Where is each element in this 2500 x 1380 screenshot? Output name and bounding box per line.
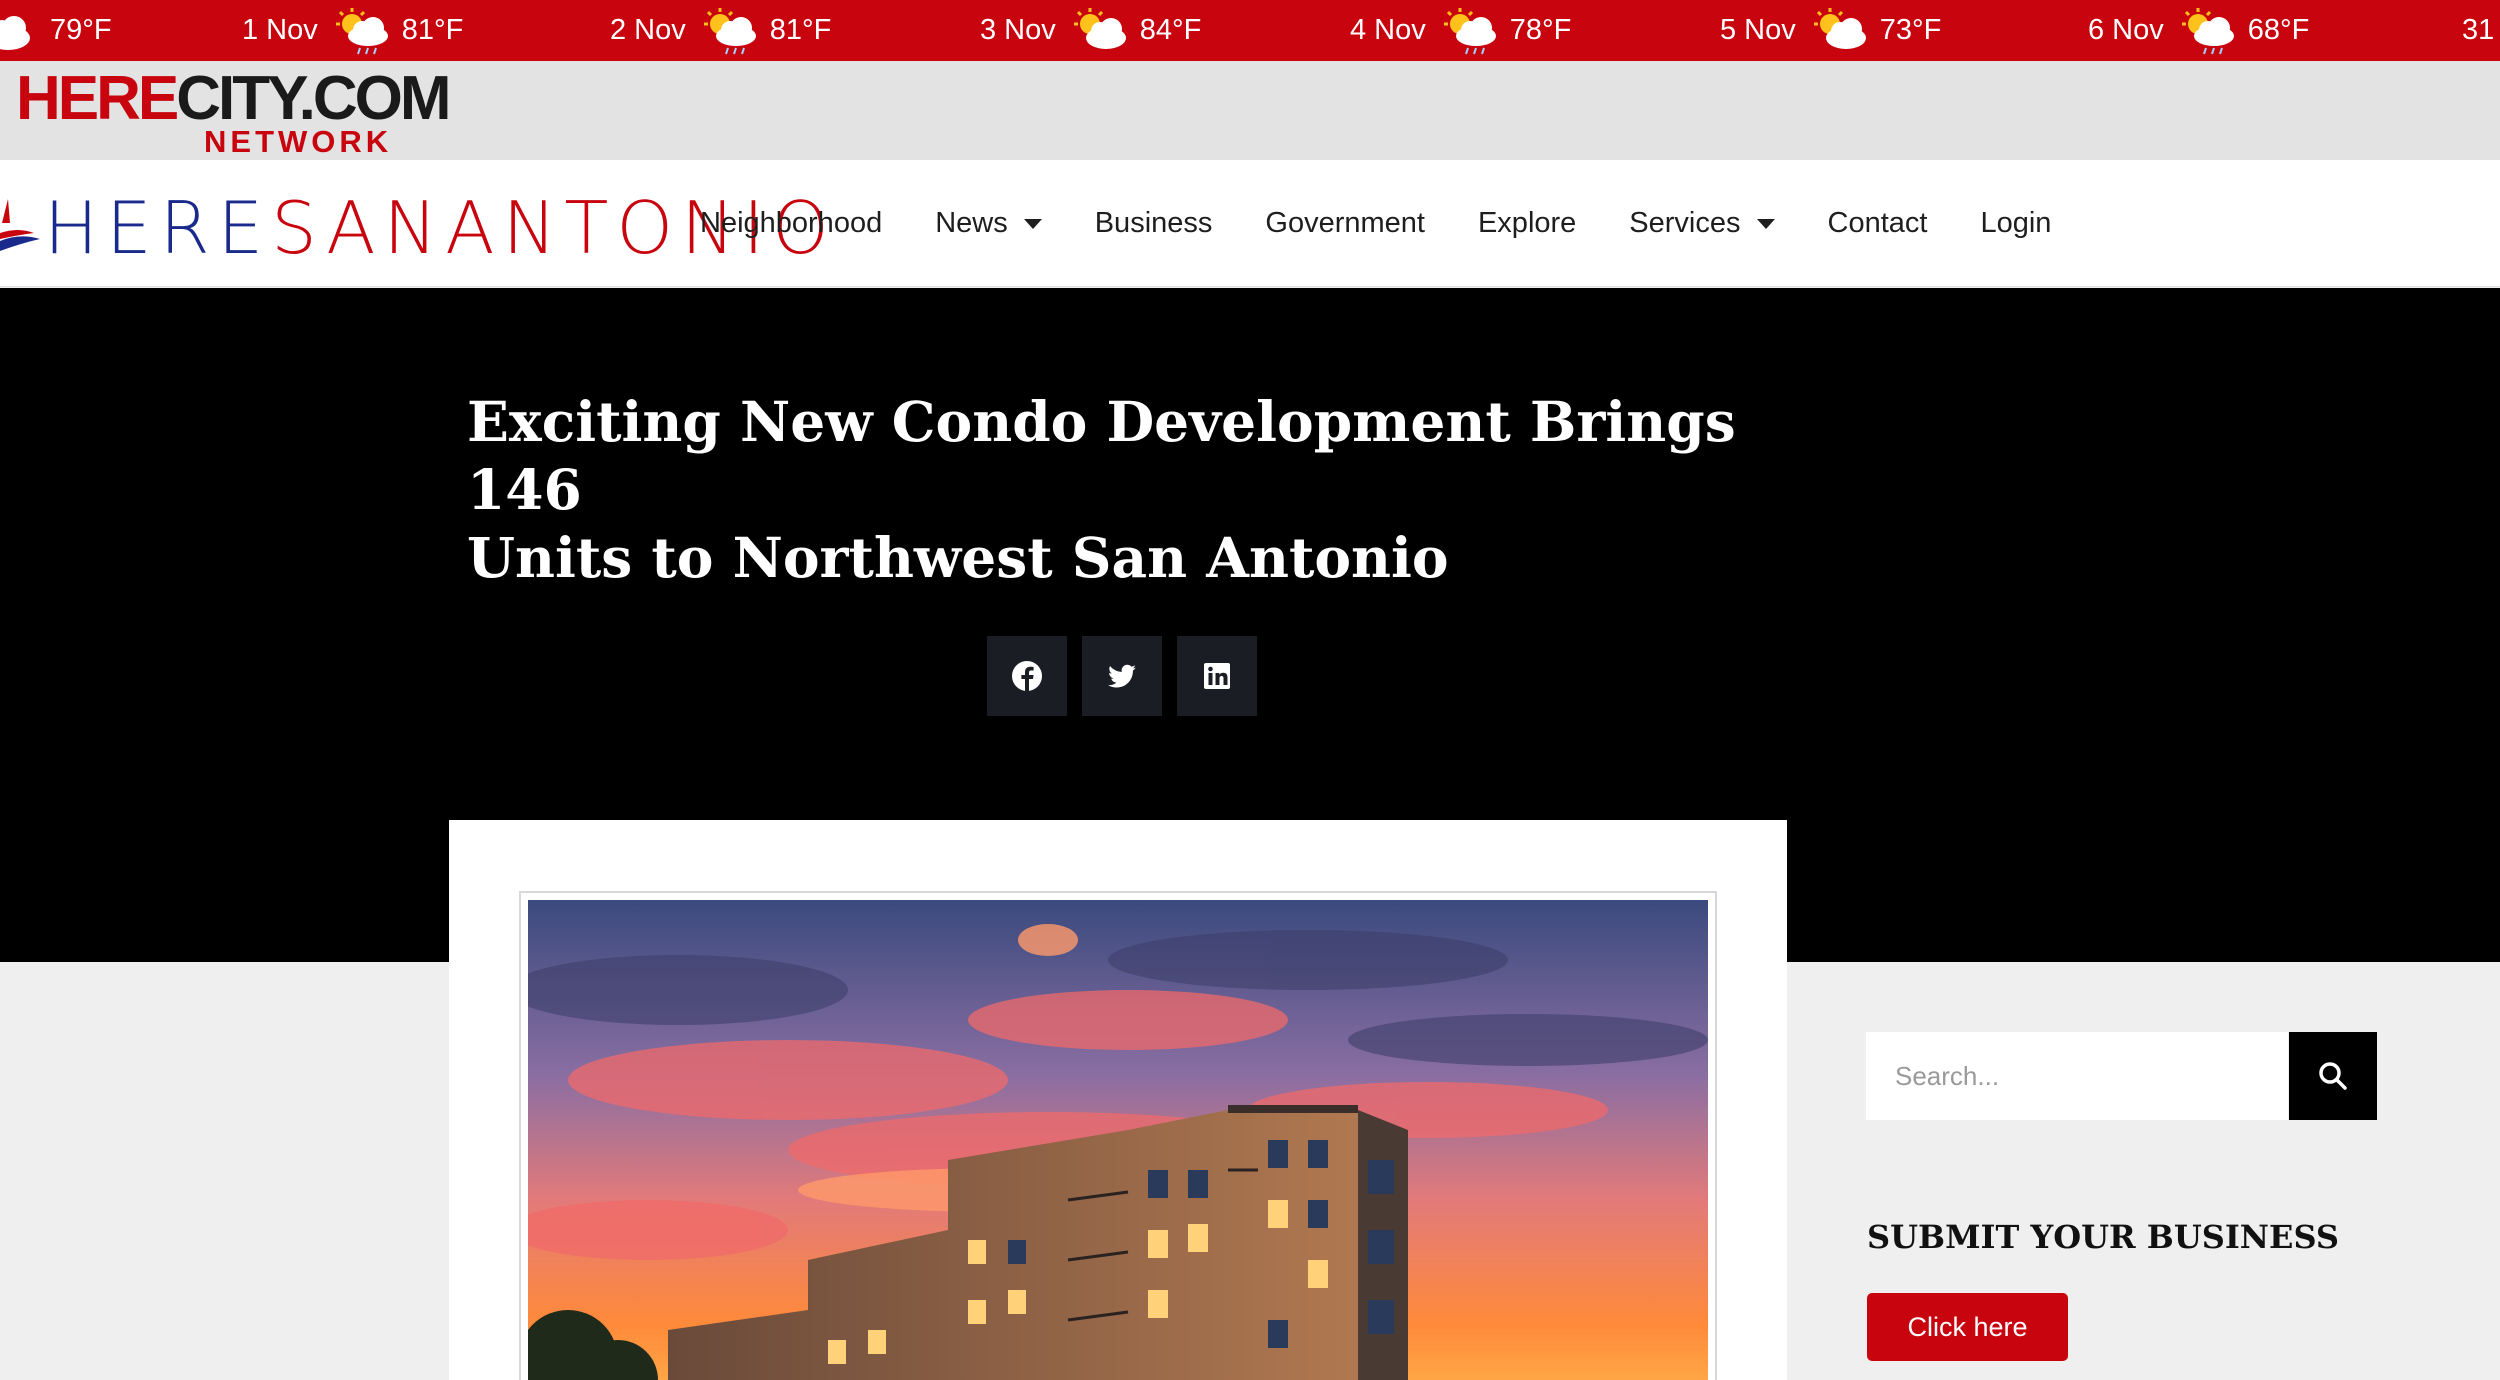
condo-building-image — [528, 900, 1708, 1380]
search-button[interactable] — [2289, 1032, 2377, 1120]
sun-cloud-icon — [1073, 7, 1126, 49]
weather-item: 5 Nov 73°F — [1720, 0, 1941, 61]
facebook-icon — [1012, 661, 1042, 691]
weather-item: 31 — [2462, 0, 2498, 61]
headline-line: Exciting New Condo Development Brings 14… — [467, 389, 1736, 522]
share-facebook-button[interactable] — [987, 636, 1067, 716]
nav-item-government[interactable]: Government — [1265, 207, 1425, 240]
network-logo[interactable]: HERECITY.COM NETWORK — [16, 68, 452, 159]
nav-item-news[interactable]: News — [935, 207, 1042, 240]
nav-item-explore[interactable]: Explore — [1478, 207, 1576, 240]
weather-date: 4 Nov — [1350, 14, 1426, 46]
weather-date: 2 Nov — [610, 14, 686, 46]
nav-item-label: Neighborhood — [700, 207, 883, 239]
network-logo-sub: NETWORK — [204, 124, 393, 159]
weather-date: 3 Nov — [980, 14, 1056, 46]
chevron-down-icon — [1756, 218, 1775, 229]
nav-item-label: Services — [1629, 207, 1741, 239]
submit-business-heading: SUBMIT YOUR BUSINESS — [1867, 1218, 2339, 1256]
nav-item-contact[interactable]: Contact — [1828, 207, 1928, 240]
article-card — [449, 820, 1787, 1380]
nav-item-services[interactable]: Services — [1629, 207, 1775, 240]
sun-cloud-icon — [1813, 7, 1866, 49]
article-headline: Exciting New Condo Development Brings 14… — [467, 388, 1767, 592]
nav-item-label: Explore — [1477, 207, 1577, 239]
submit-business-button[interactable]: Click here — [1867, 1293, 2068, 1361]
share-twitter-button[interactable] — [1082, 636, 1162, 716]
weather-date: 31 — [2462, 14, 2495, 46]
featured-image — [519, 891, 1717, 1380]
main-nav: Neighborhood News Business Government Ex… — [700, 160, 2104, 287]
weather-item: 2 Nov 81°F — [610, 0, 831, 61]
network-logo-part2: CITY.COM — [176, 64, 451, 133]
cloud-icon — [0, 15, 30, 50]
linkedin-icon — [1204, 663, 1230, 689]
sun-cloud-rain-icon — [703, 7, 756, 54]
sun-cloud-rain-icon — [2181, 7, 2234, 54]
nav-item-label: Business — [1094, 207, 1213, 239]
nav-item-label: News — [935, 207, 1008, 239]
share-linkedin-button[interactable] — [1177, 636, 1257, 716]
site-logo-part1: HERE — [44, 186, 272, 270]
weather-temp: 81°F — [401, 14, 464, 46]
sun-cloud-rain-icon — [335, 7, 388, 54]
weather-temp: 79°F — [50, 14, 112, 46]
weather-temp: 78°F — [1509, 14, 1572, 46]
weather-temp: 68°F — [2247, 14, 2310, 46]
weather-temp: 81°F — [769, 14, 832, 46]
twitter-icon — [1108, 664, 1136, 688]
site-header: HERE SANANTONIO Neighborhood News Busines… — [0, 160, 2500, 287]
weather-temp: 84°F — [1139, 14, 1202, 46]
weather-date: 5 Nov — [1720, 14, 1796, 46]
nav-item-label: Contact — [1827, 207, 1928, 239]
weather-item: 1 Nov 81°F — [242, 0, 463, 61]
search-field — [1866, 1032, 2288, 1120]
nav-item-login[interactable]: Login — [1980, 207, 2051, 240]
weather-temp: 73°F — [1879, 14, 1942, 46]
headline-line: Units to Northwest San Antonio — [467, 525, 1449, 590]
weather-item: 3 Nov 84°F — [980, 0, 1201, 61]
sun-cloud-rain-icon — [1443, 7, 1496, 54]
search-icon — [2319, 1062, 2347, 1090]
weather-item: 4 Nov 78°F — [1350, 0, 1571, 61]
weather-date: 6 Nov — [2088, 14, 2164, 46]
weather-item: 6 Nov 68°F — [2088, 0, 2309, 61]
weather-ticker: 79°F 1 Nov 81°F 2 Nov 81°F 3 Nov 84°F 4 … — [0, 0, 2500, 61]
swoosh-icon — [0, 199, 40, 251]
nav-item-label: Login — [1980, 207, 2052, 239]
chevron-down-icon — [1023, 218, 1042, 229]
network-logo-part1: HERE — [16, 64, 179, 133]
weather-item: 79°F — [0, 0, 112, 61]
weather-date: 1 Nov — [242, 14, 318, 46]
nav-item-label: Government — [1265, 207, 1425, 239]
search-input[interactable] — [1895, 1060, 2288, 1092]
nav-item-neighborhood[interactable]: Neighborhood — [700, 207, 882, 240]
nav-item-business[interactable]: Business — [1095, 207, 1213, 240]
